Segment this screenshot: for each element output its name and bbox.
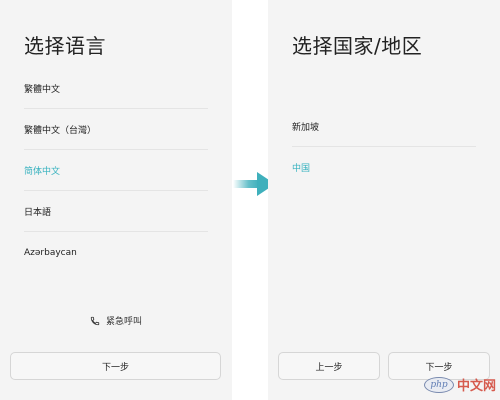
emergency-call-label: 紧急呼叫 — [105, 317, 142, 327]
region-item-china[interactable]: 中国 — [292, 147, 476, 188]
language-item-traditional-chinese[interactable]: 繁體中文 — [24, 68, 208, 109]
language-screen: 选择语言 繁體中文 繁體中文（台灣） 简体中文 日本語 Azərbaycan 紧… — [0, 0, 232, 400]
page-title: 选择国家/地区 — [292, 34, 423, 58]
region-list: 新加坡 中国 — [292, 106, 476, 188]
language-item-azerbaijani[interactable]: Azərbaycan — [24, 232, 208, 273]
language-item-japanese[interactable]: 日本語 — [24, 191, 208, 232]
watermark-logo-mark: php — [423, 376, 454, 393]
watermark-site-name: 中文网 — [456, 379, 496, 394]
region-item-singapore[interactable]: 新加坡 — [292, 106, 476, 147]
watermark-logo: php 中文网 — [423, 375, 496, 394]
language-item-traditional-chinese-taiwan[interactable]: 繁體中文（台灣） — [24, 109, 208, 150]
language-list: 繁體中文 繁體中文（台灣） 简体中文 日本語 Azərbaycan — [24, 68, 208, 273]
phone-icon — [90, 316, 100, 326]
next-button[interactable]: 下一步 — [10, 352, 221, 380]
language-item-simplified-chinese[interactable]: 简体中文 — [24, 150, 208, 191]
emergency-call-button[interactable]: 紧急呼叫 — [0, 314, 232, 327]
region-screen: 选择国家/地区 新加坡 中国 上一步 下一步 — [268, 0, 500, 400]
previous-button[interactable]: 上一步 — [278, 352, 380, 380]
page-title: 选择语言 — [24, 34, 106, 58]
